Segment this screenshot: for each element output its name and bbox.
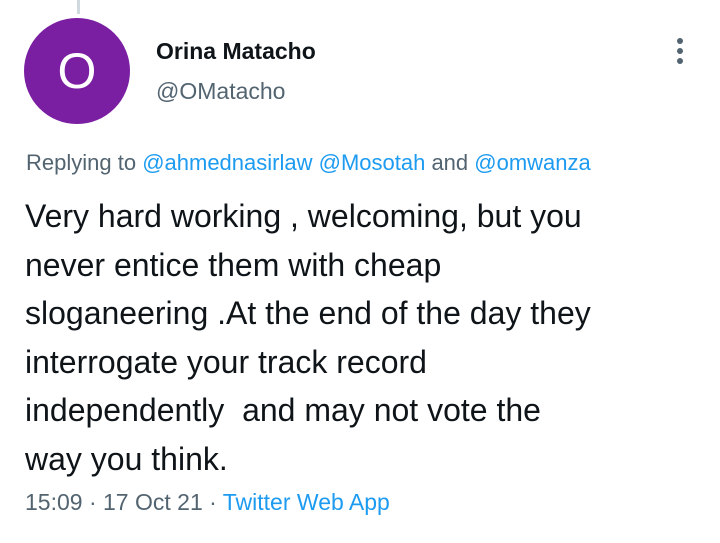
tweet-text: Very hard working , welcoming, but you n… <box>25 192 705 483</box>
tweet-meta: 15:09 · 17 Oct 21 · Twitter Web App <box>25 489 390 516</box>
meta-separator-dot: · <box>202 489 223 515</box>
avatar-initial: O <box>57 43 97 99</box>
more-vertical-icon <box>677 38 683 64</box>
replying-to-line: Replying to @ahmednasirlaw @Mosotah and … <box>26 150 591 176</box>
meta-separator-dot: · <box>82 489 104 515</box>
author-handle[interactable]: @OMatacho <box>156 78 285 105</box>
tweet-time[interactable]: 15:09 <box>25 489 83 515</box>
thread-connector-line <box>77 0 80 14</box>
tweet-text-line: never entice them with cheap <box>25 246 442 283</box>
tweet-text-line: independently and may not vote the <box>25 392 541 428</box>
avatar[interactable]: O <box>24 18 130 124</box>
tweet-text-line: interrogate your track record <box>25 343 427 380</box>
tweet-text-line: way you think. <box>25 440 228 477</box>
replying-prefix: Replying to <box>26 150 143 175</box>
tweet-date[interactable]: 17 Oct 21 <box>103 489 203 515</box>
tweet-source-link[interactable]: Twitter Web App <box>223 489 390 515</box>
author-display-name[interactable]: Orina Matacho <box>156 38 316 65</box>
mention-link-omwanza[interactable]: @omwanza <box>474 150 591 175</box>
more-options-button[interactable] <box>664 32 696 70</box>
tweet-text-line: Very hard working , welcoming, but you <box>25 198 582 234</box>
mention-link-mosotah[interactable]: @Mosotah <box>319 150 426 175</box>
mention-conjunction: and <box>425 150 475 175</box>
mention-link-ahmednasirlaw[interactable]: @ahmednasirlaw <box>142 150 312 175</box>
tweet-text-line: sloganeering .At the end of the day they <box>25 295 591 331</box>
